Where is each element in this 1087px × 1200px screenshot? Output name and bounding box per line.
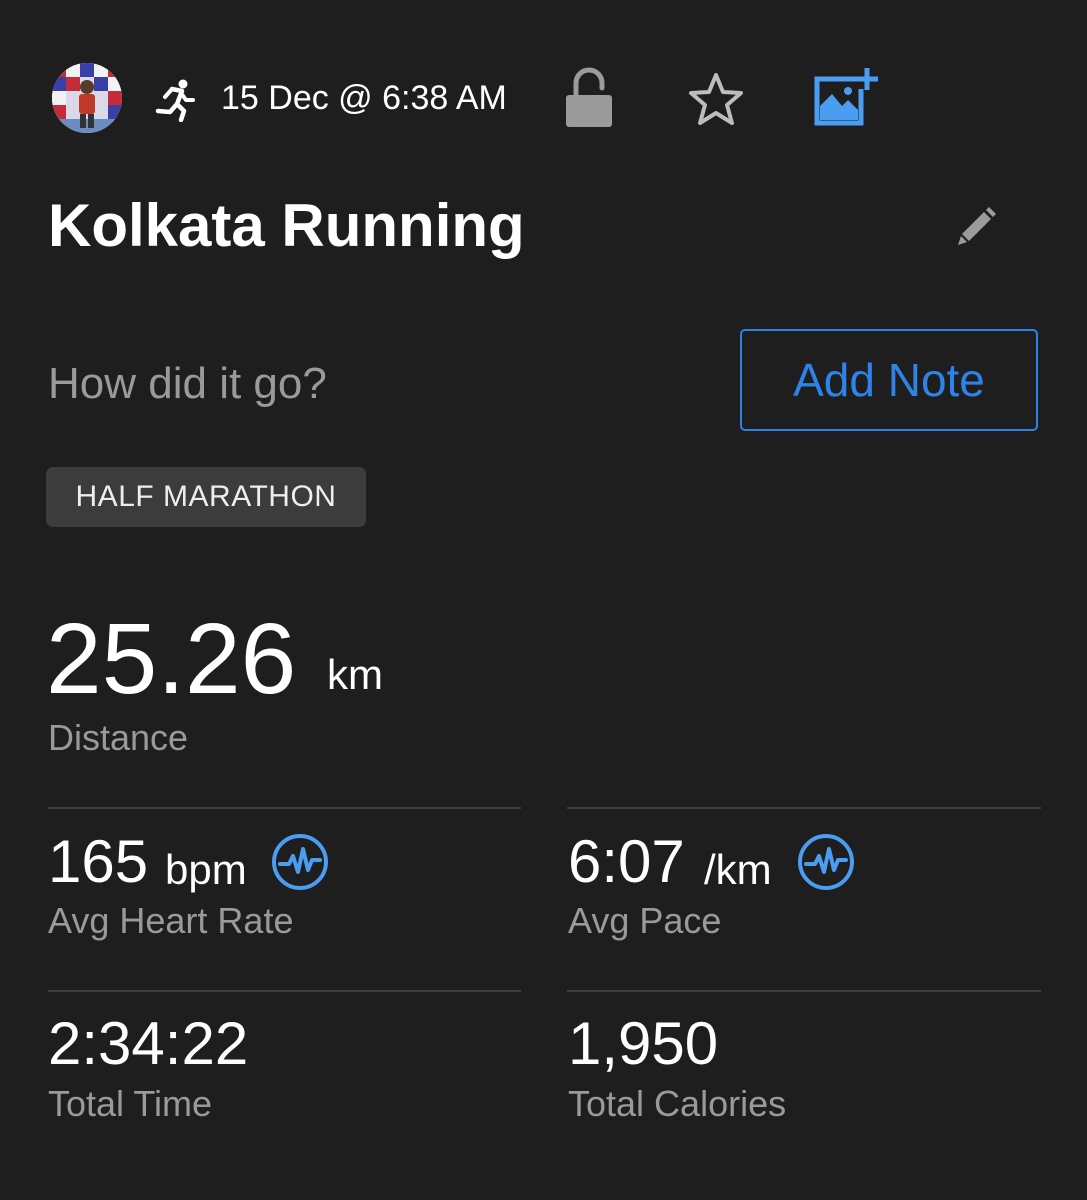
avg-pace-value: 6:07 — [568, 828, 685, 895]
divider — [48, 990, 521, 992]
avg-heart-rate-label: Avg Heart Rate — [48, 900, 294, 941]
divider — [567, 807, 1041, 809]
total-time-label: Total Time — [48, 1083, 213, 1124]
avatar-image — [52, 63, 122, 133]
avg-pace-unit: /km — [704, 846, 772, 893]
avg-heart-rate-unit: bpm — [165, 846, 247, 893]
running-person-icon — [152, 78, 196, 123]
note-prompt: How did it go? — [48, 359, 327, 408]
distance-unit: km — [327, 651, 383, 698]
avg-heart-rate-value: 165 — [48, 828, 149, 895]
activity-date-time: 15 Dec @ 6:38 AM — [221, 79, 507, 117]
heart-rate-pulse-chart-icon[interactable] — [270, 832, 330, 892]
divider — [48, 807, 521, 809]
star-outline-icon[interactable] — [686, 70, 746, 130]
activity-title: Kolkata Running — [48, 192, 525, 259]
activity-type-badge: HALF MARATHON — [46, 467, 366, 527]
pencil-icon[interactable] — [954, 204, 998, 248]
avg-pace-label: Avg Pace — [568, 900, 722, 941]
divider — [567, 990, 1041, 992]
total-calories-label: Total Calories — [568, 1083, 787, 1124]
pace-pulse-chart-icon[interactable] — [796, 832, 856, 892]
avatar[interactable] — [52, 63, 122, 133]
distance-label: Distance — [48, 717, 189, 758]
distance-value: 25.26 — [46, 603, 297, 715]
add-note-button[interactable]: Add Note — [740, 329, 1038, 431]
unlocked-padlock-icon[interactable] — [562, 66, 616, 130]
add-photo-icon[interactable] — [812, 66, 878, 128]
total-time-value: 2:34:22 — [48, 1010, 249, 1077]
total-calories-value: 1,950 — [568, 1010, 719, 1077]
